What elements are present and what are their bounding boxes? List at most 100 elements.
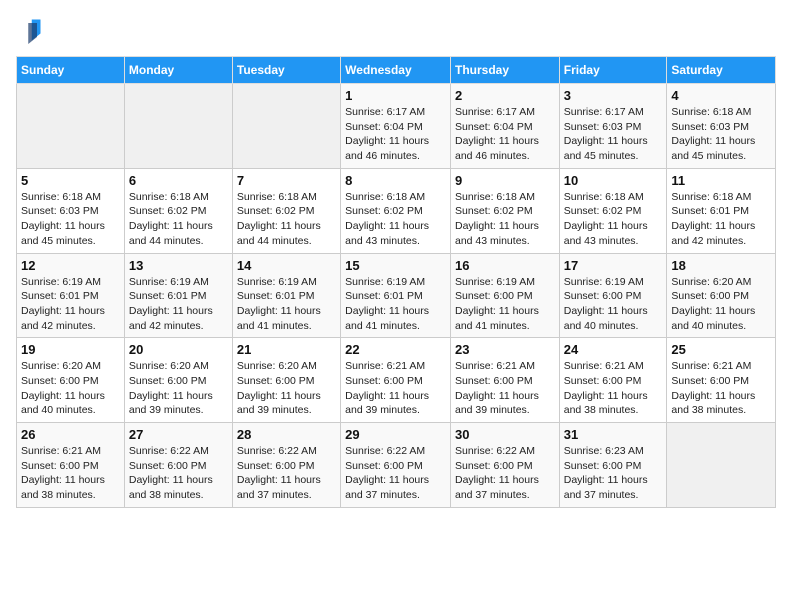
day-info: Sunrise: 6:18 AM Sunset: 6:02 PM Dayligh… xyxy=(237,190,336,249)
day-info: Sunrise: 6:18 AM Sunset: 6:03 PM Dayligh… xyxy=(671,105,771,164)
day-cell: 5Sunrise: 6:18 AM Sunset: 6:03 PM Daylig… xyxy=(17,168,125,253)
day-info: Sunrise: 6:22 AM Sunset: 6:00 PM Dayligh… xyxy=(345,444,446,503)
day-number: 29 xyxy=(345,427,446,442)
day-number: 28 xyxy=(237,427,336,442)
day-number: 7 xyxy=(237,173,336,188)
day-cell: 18Sunrise: 6:20 AM Sunset: 6:00 PM Dayli… xyxy=(667,253,776,338)
day-info: Sunrise: 6:22 AM Sunset: 6:00 PM Dayligh… xyxy=(455,444,555,503)
day-number: 27 xyxy=(129,427,228,442)
day-info: Sunrise: 6:19 AM Sunset: 6:01 PM Dayligh… xyxy=(237,275,336,334)
day-number: 21 xyxy=(237,342,336,357)
day-number: 14 xyxy=(237,258,336,273)
day-cell: 30 Sunrise: 6:22 AM Sunset: 6:00 PM Dayli… xyxy=(450,423,559,508)
header-thursday: Thursday xyxy=(450,57,559,84)
day-cell xyxy=(124,84,232,169)
day-info: Sunrise: 6:19 AM Sunset: 6:01 PM Dayligh… xyxy=(21,275,120,334)
day-cell: 26Sunrise: 6:21 AM Sunset: 6:00 PM Dayli… xyxy=(17,423,125,508)
day-number: 8 xyxy=(345,173,446,188)
day-cell: 6Sunrise: 6:18 AM Sunset: 6:02 PM Daylig… xyxy=(124,168,232,253)
day-number: 1 xyxy=(345,88,446,103)
day-number: 24 xyxy=(564,342,663,357)
day-number: 22 xyxy=(345,342,446,357)
day-cell: 15Sunrise: 6:19 AM Sunset: 6:01 PM Dayli… xyxy=(341,253,451,338)
day-number: 10 xyxy=(564,173,663,188)
day-number: 30 xyxy=(455,427,555,442)
day-cell: 23 Sunrise: 6:21 AM Sunset: 6:00 PM Dayli… xyxy=(450,338,559,423)
day-cell: 3 Sunrise: 6:17 AM Sunset: 6:03 PM Daylig… xyxy=(559,84,667,169)
day-info: Sunrise: 6:19 AM Sunset: 6:01 PM Dayligh… xyxy=(129,275,228,334)
day-cell: 19 Sunrise: 6:20 AM Sunset: 6:00 PM Dayli… xyxy=(17,338,125,423)
week-row-4: 19 Sunrise: 6:20 AM Sunset: 6:00 PM Dayli… xyxy=(17,338,776,423)
day-info: Sunrise: 6:21 AM Sunset: 6:00 PM Dayligh… xyxy=(455,359,555,418)
day-number: 25 xyxy=(671,342,771,357)
day-cell: 13 Sunrise: 6:19 AM Sunset: 6:01 PM Dayli… xyxy=(124,253,232,338)
day-info: Sunrise: 6:18 AM Sunset: 6:01 PM Dayligh… xyxy=(671,190,771,249)
day-info: Sunrise: 6:20 AM Sunset: 6:00 PM Dayligh… xyxy=(237,359,336,418)
day-info: Sunrise: 6:19 AM Sunset: 6:00 PM Dayligh… xyxy=(455,275,555,334)
day-info: Sunrise: 6:19 AM Sunset: 6:00 PM Dayligh… xyxy=(564,275,663,334)
day-cell: 8 Sunrise: 6:18 AM Sunset: 6:02 PM Daylig… xyxy=(341,168,451,253)
day-info: Sunrise: 6:17 AM Sunset: 6:04 PM Dayligh… xyxy=(455,105,555,164)
day-cell: 22 Sunrise: 6:21 AM Sunset: 6:00 PM Dayli… xyxy=(341,338,451,423)
day-number: 11 xyxy=(671,173,771,188)
day-number: 4 xyxy=(671,88,771,103)
day-number: 23 xyxy=(455,342,555,357)
day-cell: 9 Sunrise: 6:18 AM Sunset: 6:02 PM Daylig… xyxy=(450,168,559,253)
day-info: Sunrise: 6:18 AM Sunset: 6:02 PM Dayligh… xyxy=(345,190,446,249)
day-info: Sunrise: 6:21 AM Sunset: 6:00 PM Dayligh… xyxy=(671,359,771,418)
day-info: Sunrise: 6:19 AM Sunset: 6:01 PM Dayligh… xyxy=(345,275,446,334)
calendar-table: SundayMondayTuesdayWednesdayThursdayFrid… xyxy=(16,56,776,508)
day-info: Sunrise: 6:20 AM Sunset: 6:00 PM Dayligh… xyxy=(129,359,228,418)
day-cell: 12 Sunrise: 6:19 AM Sunset: 6:01 PM Dayli… xyxy=(17,253,125,338)
logo xyxy=(16,16,48,44)
header-sunday: Sunday xyxy=(17,57,125,84)
day-info: Sunrise: 6:21 AM Sunset: 6:00 PM Dayligh… xyxy=(345,359,446,418)
day-cell: 7 Sunrise: 6:18 AM Sunset: 6:02 PM Daylig… xyxy=(232,168,340,253)
day-cell: 21 Sunrise: 6:20 AM Sunset: 6:00 PM Dayli… xyxy=(232,338,340,423)
day-cell xyxy=(232,84,340,169)
header-tuesday: Tuesday xyxy=(232,57,340,84)
day-number: 20 xyxy=(129,342,228,357)
day-info: Sunrise: 6:17 AM Sunset: 6:03 PM Dayligh… xyxy=(564,105,663,164)
day-info: Sunrise: 6:18 AM Sunset: 6:02 PM Dayligh… xyxy=(129,190,228,249)
day-cell: 31Sunrise: 6:23 AM Sunset: 6:00 PM Dayli… xyxy=(559,423,667,508)
day-number: 26 xyxy=(21,427,120,442)
day-cell: 10 Sunrise: 6:18 AM Sunset: 6:02 PM Dayli… xyxy=(559,168,667,253)
day-number: 12 xyxy=(21,258,120,273)
header-friday: Friday xyxy=(559,57,667,84)
day-number: 2 xyxy=(455,88,555,103)
day-cell: 27 Sunrise: 6:22 AM Sunset: 6:00 PM Dayli… xyxy=(124,423,232,508)
day-cell: 20 Sunrise: 6:20 AM Sunset: 6:00 PM Dayli… xyxy=(124,338,232,423)
day-number: 3 xyxy=(564,88,663,103)
day-cell: 16Sunrise: 6:19 AM Sunset: 6:00 PM Dayli… xyxy=(450,253,559,338)
week-row-3: 12 Sunrise: 6:19 AM Sunset: 6:01 PM Dayli… xyxy=(17,253,776,338)
day-cell: 11 Sunrise: 6:18 AM Sunset: 6:01 PM Dayli… xyxy=(667,168,776,253)
day-number: 9 xyxy=(455,173,555,188)
day-info: Sunrise: 6:22 AM Sunset: 6:00 PM Dayligh… xyxy=(237,444,336,503)
day-info: Sunrise: 6:20 AM Sunset: 6:00 PM Dayligh… xyxy=(21,359,120,418)
day-cell: 4 Sunrise: 6:18 AM Sunset: 6:03 PM Daylig… xyxy=(667,84,776,169)
day-cell: 2 Sunrise: 6:17 AM Sunset: 6:04 PM Daylig… xyxy=(450,84,559,169)
day-number: 13 xyxy=(129,258,228,273)
day-info: Sunrise: 6:21 AM Sunset: 6:00 PM Dayligh… xyxy=(564,359,663,418)
day-info: Sunrise: 6:18 AM Sunset: 6:02 PM Dayligh… xyxy=(455,190,555,249)
day-number: 17 xyxy=(564,258,663,273)
header-monday: Monday xyxy=(124,57,232,84)
week-row-5: 26Sunrise: 6:21 AM Sunset: 6:00 PM Dayli… xyxy=(17,423,776,508)
day-number: 19 xyxy=(21,342,120,357)
day-cell: 1 Sunrise: 6:17 AM Sunset: 6:04 PM Daylig… xyxy=(341,84,451,169)
day-info: Sunrise: 6:22 AM Sunset: 6:00 PM Dayligh… xyxy=(129,444,228,503)
day-cell: 25 Sunrise: 6:21 AM Sunset: 6:00 PM Dayli… xyxy=(667,338,776,423)
day-cell: 28 Sunrise: 6:22 AM Sunset: 6:00 PM Dayli… xyxy=(232,423,340,508)
day-cell: 29 Sunrise: 6:22 AM Sunset: 6:00 PM Dayli… xyxy=(341,423,451,508)
day-cell: 17 Sunrise: 6:19 AM Sunset: 6:00 PM Dayli… xyxy=(559,253,667,338)
day-info: Sunrise: 6:17 AM Sunset: 6:04 PM Dayligh… xyxy=(345,105,446,164)
week-row-2: 5Sunrise: 6:18 AM Sunset: 6:03 PM Daylig… xyxy=(17,168,776,253)
day-info: Sunrise: 6:20 AM Sunset: 6:00 PM Dayligh… xyxy=(671,275,771,334)
day-info: Sunrise: 6:18 AM Sunset: 6:02 PM Dayligh… xyxy=(564,190,663,249)
page-header xyxy=(16,16,776,44)
day-number: 5 xyxy=(21,173,120,188)
calendar-header-row: SundayMondayTuesdayWednesdayThursdayFrid… xyxy=(17,57,776,84)
day-cell xyxy=(17,84,125,169)
day-cell: 24 Sunrise: 6:21 AM Sunset: 6:00 PM Dayli… xyxy=(559,338,667,423)
